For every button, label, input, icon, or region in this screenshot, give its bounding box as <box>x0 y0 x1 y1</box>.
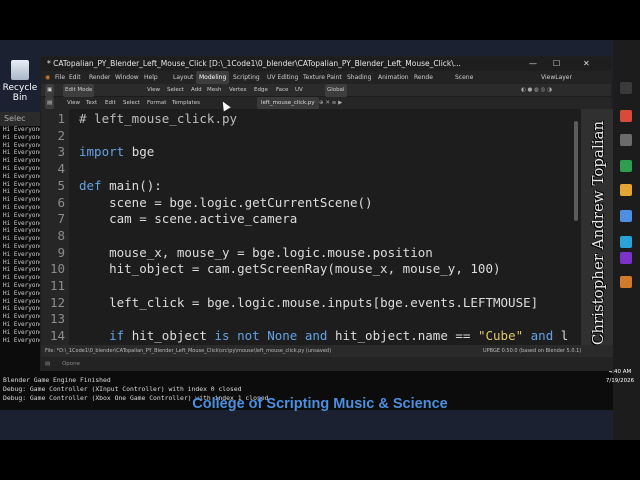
line-number-gutter: 1 2 3 4 5 6 7 8 9 10 11 12 13 14 <box>41 109 69 345</box>
menu-uv[interactable]: UV <box>295 84 303 97</box>
recycle-bin-label: Recycle Bin <box>2 83 38 103</box>
tab-layout[interactable]: Layout <box>173 71 193 84</box>
code-line[interactable]: if hit_object is not None and hit_object… <box>79 328 568 343</box>
code-line[interactable]: mouse_x, mouse_y = bge.logic.mouse.posit… <box>79 245 433 260</box>
menu-help[interactable]: Help <box>144 71 158 84</box>
top-bar: ◉ File Edit Render Window Help Layout Mo… <box>41 71 611 84</box>
console-strip-label: Opone <box>61 361 81 367</box>
line-number: 10 <box>49 261 65 277</box>
text-editor-type-icon[interactable]: ▤ <box>45 97 55 109</box>
menu-text[interactable]: Text <box>86 97 97 109</box>
menu-format[interactable]: Format <box>147 97 166 109</box>
menu-render[interactable]: Render <box>89 71 110 84</box>
line-number: 11 <box>49 278 65 293</box>
line-number: 5 <box>57 177 65 193</box>
taskbar-app-icon[interactable] <box>620 82 632 94</box>
menu-templates[interactable]: Templates <box>172 97 200 109</box>
menu-window[interactable]: Window <box>115 71 139 84</box>
code-line[interactable]: import bge <box>79 144 154 159</box>
minimize-icon[interactable]: — <box>529 57 537 71</box>
window-title: * CATopalian_PY_Blender_Left_Mouse_Click… <box>47 59 461 68</box>
maximize-icon[interactable]: ☐ <box>553 57 560 71</box>
media-icon[interactable] <box>620 252 632 264</box>
line-number: 7 <box>57 211 65 227</box>
menu-select[interactable]: Select <box>167 84 184 97</box>
code-line[interactable]: # left_mouse_click.py <box>79 111 237 126</box>
recycle-bin-icon <box>11 60 29 80</box>
tab-scripting[interactable]: Scripting <box>233 71 260 84</box>
browser-icon[interactable] <box>620 236 632 248</box>
viewport-header: ▣ Edit Mode View Select Add Mesh Vertex … <box>41 84 611 97</box>
line-number: 13 <box>49 311 65 327</box>
line-number: 9 <box>57 244 65 260</box>
recycle-bin[interactable]: Recycle Bin <box>0 60 40 103</box>
blender-window: * CATopalian_PY_Blender_Left_Mouse_Click… <box>40 56 613 371</box>
text-datablock-name[interactable]: left_mouse_click.py <box>257 97 319 109</box>
text-header-icons[interactable]: ⊕ ✕ ≡ ▶ <box>319 97 342 109</box>
menu-mesh[interactable]: Mesh <box>207 84 221 97</box>
tab-modeling[interactable]: Modeling <box>196 71 230 84</box>
menu-file[interactable]: File <box>55 71 65 84</box>
window-titlebar[interactable]: * CATopalian_PY_Blender_Left_Mouse_Click… <box>41 57 611 71</box>
menu-view[interactable]: View <box>147 84 160 97</box>
line-number: 2 <box>57 127 65 143</box>
console-line: Blender Game Engine Finished <box>3 376 111 384</box>
line-number: 8 <box>57 227 65 243</box>
console-strip: ▤ Opone <box>41 357 613 371</box>
line-number: 14 <box>49 328 65 344</box>
tab-animation[interactable]: Animation <box>378 71 409 84</box>
menu-add[interactable]: Add <box>191 84 202 97</box>
menu-edit[interactable]: Edit <box>69 71 81 84</box>
clock-date: 7/19/2026 <box>605 378 635 384</box>
chrome-icon[interactable] <box>620 110 632 122</box>
console-strip-icon: ▤ <box>45 361 51 367</box>
code-line[interactable]: def main(): <box>79 178 162 193</box>
scene-selector[interactable]: Scene <box>455 71 473 84</box>
watermark: Christopher Andrew Topalian <box>578 108 618 358</box>
code-line[interactable]: left_click = bge.logic.mouse.inputs[bge.… <box>79 295 538 310</box>
folder-icon[interactable] <box>620 184 632 196</box>
line-number: 1 <box>57 111 65 126</box>
blender-logo-icon[interactable]: ◉ <box>45 71 50 84</box>
tab-shading[interactable]: Shading <box>347 71 371 84</box>
app-icon[interactable] <box>620 134 632 146</box>
tab-uv-editing[interactable]: UV Editing <box>267 71 298 84</box>
editor-icon[interactable] <box>620 210 632 222</box>
tab-rendering[interactable]: Rende <box>414 71 433 84</box>
menu-edge[interactable]: Edge <box>254 84 268 97</box>
caption: College of Scripting Music & Science <box>192 396 448 412</box>
file-path-status: File: *D:\_1Code1\0_blender\CATopalian_P… <box>45 348 332 354</box>
orientation-selector[interactable]: Global <box>325 84 347 97</box>
console-line: Debug: Game Controller (XInput Controlle… <box>3 385 242 393</box>
shading-icons[interactable]: ◐ ● ◍ ◎ ◑ <box>521 84 552 97</box>
spreadsheet-icon[interactable] <box>620 160 632 172</box>
editor-type-icon[interactable]: ▣ <box>45 84 55 97</box>
watermark-text: Christopher Andrew Topalian <box>589 120 607 346</box>
menu-face[interactable]: Face <box>276 84 288 97</box>
menu-select[interactable]: Select <box>123 97 140 109</box>
text-editor[interactable]: 1 2 3 4 5 6 7 8 9 10 11 12 13 14 # left_mouse_click.p… <box>41 109 581 345</box>
text-editor-header: ▤ View Text Edit Select Format Templates… <box>41 97 611 109</box>
line-number: 4 <box>57 161 65 177</box>
code-line[interactable]: cam = scene.active_camera <box>79 211 297 226</box>
menu-view[interactable]: View <box>67 97 80 109</box>
menu-edit[interactable]: Edit <box>105 97 116 109</box>
status-bar: File: *D:\_1Code1\0_blender\CATopalian_P… <box>41 345 613 357</box>
blender-icon[interactable] <box>620 276 632 288</box>
line-number: 3 <box>57 144 65 160</box>
line-number: 12 <box>49 294 65 310</box>
version-status: UPBGE 0.50.0 (based on Blender 5.0.1) <box>483 348 582 354</box>
view-layer-selector[interactable]: ViewLayer <box>541 71 572 84</box>
mode-selector[interactable]: Edit Mode <box>63 84 95 97</box>
tab-texture-paint[interactable]: Texture Paint <box>303 71 342 84</box>
close-icon[interactable]: ✕ <box>583 57 590 71</box>
code-line[interactable]: hit_object = cam.getScreenRay(mouse_x, m… <box>79 261 500 276</box>
menu-vertex[interactable]: Vertex <box>229 84 247 97</box>
line-number: 6 <box>57 194 65 210</box>
code-line[interactable]: scene = bge.logic.getCurrentScene() <box>79 195 372 210</box>
